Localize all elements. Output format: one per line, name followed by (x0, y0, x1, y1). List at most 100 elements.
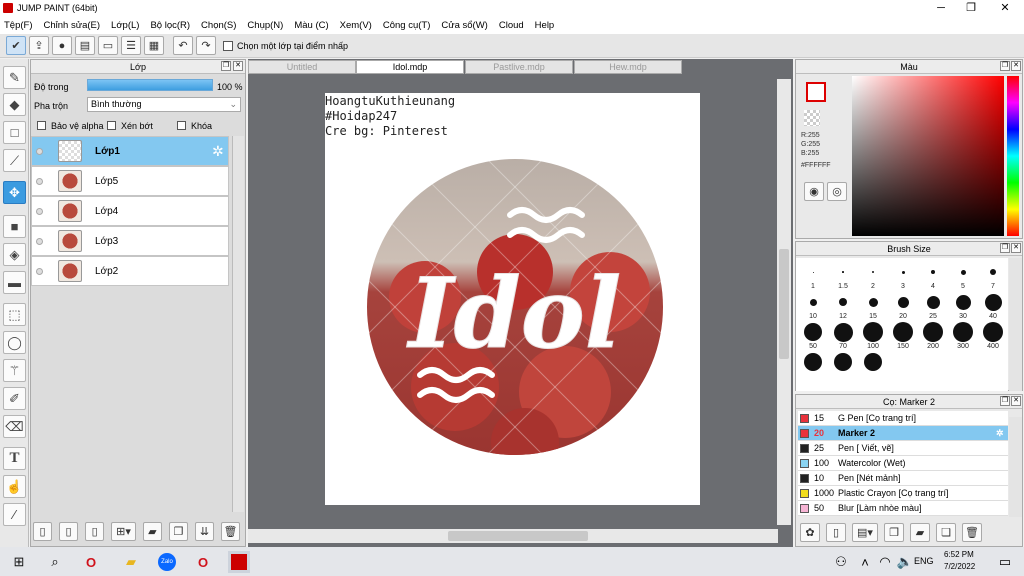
panel-float-icon[interactable]: ❐ (221, 61, 231, 71)
layer-row[interactable]: Lớp2 (31, 256, 229, 286)
add-layer-menu-button[interactable]: ⊞▾ (111, 522, 136, 541)
brush-size-cell[interactable] (798, 350, 828, 380)
panel-close-icon[interactable]: ✕ (1011, 243, 1021, 253)
menu-layer[interactable]: Lớp(L) (111, 20, 139, 31)
wifi-icon[interactable]: ◠ (874, 551, 896, 573)
eraser-tool[interactable]: ◆ (3, 93, 26, 116)
document-button[interactable]: ▭ (98, 36, 118, 55)
minimize-button[interactable]: ─ (926, 0, 956, 16)
search-icon[interactable]: ⌕ (44, 551, 66, 573)
close-button[interactable]: ✕ (990, 0, 1020, 16)
menu-window[interactable]: Cửa sổ(W) (441, 20, 487, 31)
panel-close-icon[interactable]: ✕ (1011, 61, 1021, 71)
brush-size-cell[interactable]: 7 (978, 260, 1008, 290)
duplicate-layer-button[interactable]: ❐ (168, 522, 188, 541)
brush-preset-row[interactable]: 25 Pen [ Viết, vẽ] (798, 441, 1008, 456)
visibility-icon[interactable] (36, 148, 43, 155)
brush-size-cell[interactable]: 1 (798, 260, 828, 290)
brush-preset-row[interactable]: 100 Watercolor (Wet) (798, 456, 1008, 471)
jump-paint-taskbar-icon[interactable] (228, 551, 250, 573)
menu-filter[interactable]: Bộ lọc(R) (150, 20, 190, 31)
folder-button[interactable]: ▰ (142, 522, 162, 541)
lasso-tool[interactable]: ◯ (3, 331, 26, 354)
panel-float-icon[interactable]: ❐ (1000, 243, 1010, 253)
windows-start-icon[interactable]: ⊞ (8, 551, 30, 573)
text-tool[interactable]: T (3, 447, 26, 470)
hand-tool[interactable]: ☝ (3, 475, 26, 498)
visibility-icon[interactable] (36, 238, 43, 245)
opacity-slider[interactable] (87, 79, 213, 91)
bucket-tool[interactable]: ◈ (3, 243, 26, 266)
preset-delete-button[interactable]: 🗑 (962, 523, 982, 542)
document-canvas[interactable]: HoangtuKuthieunang #Hoidap247 Cre bg: Pi… (325, 93, 700, 505)
maximize-button[interactable]: ❐ (956, 0, 986, 16)
grid-button[interactable]: ▦ (144, 36, 164, 55)
layer-row[interactable]: Lớp1 ✲ (31, 136, 229, 166)
palette-settings-button[interactable]: ◎ (827, 182, 847, 201)
rect-select-tool[interactable]: ⬚ (3, 303, 26, 326)
brush-size-cell[interactable]: 40 (978, 290, 1008, 320)
preset-folder-button[interactable]: ▰ (910, 523, 930, 542)
clip-checkbox[interactable] (107, 121, 116, 130)
layer-row[interactable]: Lớp3 (31, 226, 229, 256)
blend-select[interactable]: Bình thường ⌄ (87, 97, 241, 112)
brush-tip-button[interactable]: ✿ (800, 523, 820, 542)
gear-icon[interactable]: ✲ (212, 143, 224, 160)
lock-alpha-checkbox[interactable] (37, 121, 46, 130)
export-button[interactable]: ⇪ (29, 36, 49, 55)
menu-color[interactable]: Màu (C) (294, 20, 328, 31)
brush-size-cell[interactable]: 3 (888, 260, 918, 290)
brush-size-cell[interactable]: 50 (798, 320, 828, 350)
brush-size-cell[interactable]: 4 (918, 260, 948, 290)
shape-tool[interactable]: □ (3, 121, 26, 144)
menu-edit[interactable]: Chỉnh sửa(E) (44, 20, 101, 31)
magic-wand-tool[interactable]: ⚚ (3, 359, 26, 382)
visibility-icon[interactable] (36, 208, 43, 215)
menu-capture[interactable]: Chụp(N) (247, 20, 283, 31)
menu-cloud[interactable]: Cloud (499, 20, 524, 31)
brush-preset-row[interactable]: 1000 Plastic Crayon [Cọ trang trí] (798, 486, 1008, 501)
new-preset-button[interactable]: ▯ (826, 523, 846, 542)
panel-float-icon[interactable]: ❐ (1000, 396, 1010, 406)
brush-size-cell[interactable] (828, 350, 858, 380)
list-button[interactable]: ☰ (121, 36, 141, 55)
brush-size-cell[interactable]: 30 (948, 290, 978, 320)
opera-gx-icon[interactable]: O (192, 551, 214, 573)
brush-size-cell[interactable]: 2 (858, 260, 888, 290)
eyedropper-tool[interactable]: ⁄ (3, 503, 26, 526)
brush-tool[interactable]: ✎ (3, 66, 26, 89)
clock-date[interactable]: 7/2/2022 (944, 562, 975, 571)
preset-copy-button[interactable]: ❐ (884, 523, 904, 542)
brush-preset-row[interactable]: 10 Pen [Nét mảnh] (798, 471, 1008, 486)
page-button[interactable]: ▤ (75, 36, 95, 55)
delete-layer-button[interactable]: 🗑 (221, 522, 241, 541)
layer-scrollbar[interactable] (232, 136, 244, 512)
new-1bit-layer-button[interactable]: ▯ (85, 522, 105, 541)
brush-size-cell[interactable]: 1.5 (828, 260, 858, 290)
gradient-tool[interactable]: ▬ (3, 271, 26, 294)
menu-view[interactable]: Xem(V) (340, 20, 372, 31)
brush-size-cell[interactable] (858, 350, 888, 380)
lock-checkbox[interactable] (177, 121, 186, 130)
brush-size-cell[interactable]: 15 (858, 290, 888, 320)
line-tool[interactable]: ⟋ (3, 149, 26, 172)
saturation-value-picker[interactable] (852, 76, 1004, 236)
brush-scrollbar[interactable] (1009, 258, 1022, 391)
tab-idol[interactable]: Idol.mdp (356, 60, 464, 74)
file-explorer-icon[interactable]: ▰ (120, 551, 142, 573)
brush-size-cell[interactable]: 150 (888, 320, 918, 350)
preset-duplicate-button[interactable]: ❏ (936, 523, 956, 542)
undo-button[interactable]: ↶ (173, 36, 193, 55)
menu-tools[interactable]: Công cụ(T) (383, 20, 431, 31)
brush-preset-row[interactable]: 50 Blur [Làm nhòe màu] (798, 501, 1008, 516)
language-indicator[interactable]: ENG (914, 556, 934, 566)
cloud-sync-button[interactable]: ✔ (6, 36, 26, 55)
brush-size-cell[interactable]: 25 (918, 290, 948, 320)
visibility-icon[interactable] (36, 268, 43, 275)
notification-icon[interactable]: ▭ (994, 551, 1016, 573)
brush-size-cell[interactable]: 100 (858, 320, 888, 350)
redo-button[interactable]: ↷ (196, 36, 216, 55)
brush-preset-row[interactable]: 15 G Pen [Cọ trang trí] (798, 411, 1008, 426)
zalo-icon[interactable]: Zalo (156, 551, 178, 573)
canvas-vscroll-thumb[interactable] (779, 249, 789, 359)
